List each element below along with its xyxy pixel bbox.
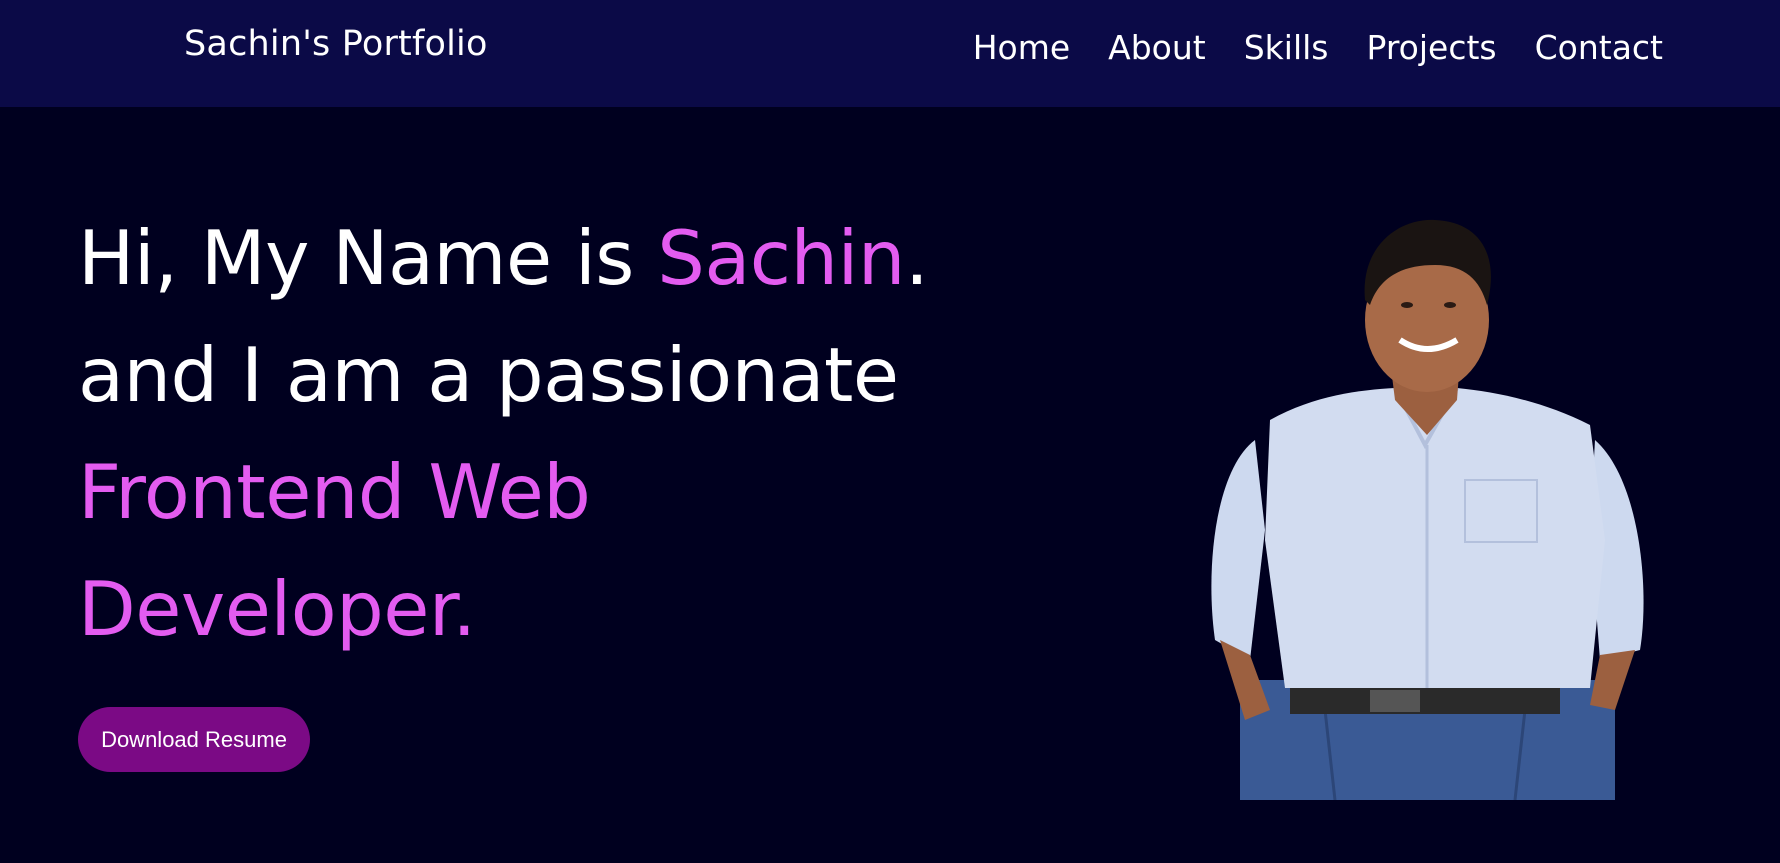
navbar: Sachin's Portfolio Home About Skills Pro… bbox=[0, 0, 1780, 107]
hero-intro-text: Hi, My Name is bbox=[78, 214, 658, 302]
nav-links: Home About Skills Projects Contact bbox=[973, 28, 1663, 67]
download-resume-button[interactable]: Download Resume bbox=[78, 707, 310, 772]
hero-line-passion: and I am a passionate bbox=[78, 331, 899, 419]
brand-title[interactable]: Sachin's Portfolio bbox=[184, 24, 488, 64]
hero-line-role-2: Developer. bbox=[78, 565, 476, 653]
hero-heading: Hi, My Name is Sachin. and I am a passio… bbox=[78, 200, 1028, 668]
nav-home-link[interactable]: Home bbox=[973, 28, 1070, 67]
hero-line-role-1: Frontend Web bbox=[78, 448, 591, 536]
hero-intro-period: . bbox=[904, 214, 929, 302]
profile-photo bbox=[1211, 219, 1644, 800]
nav-about-link[interactable]: About bbox=[1108, 28, 1206, 67]
hero-line-intro: Hi, My Name is Sachin. bbox=[78, 200, 1028, 317]
nav-skills-link[interactable]: Skills bbox=[1244, 28, 1329, 67]
nav-projects-link[interactable]: Projects bbox=[1367, 28, 1497, 67]
hero-name: Sachin bbox=[657, 214, 905, 302]
nav-contact-link[interactable]: Contact bbox=[1535, 28, 1663, 67]
